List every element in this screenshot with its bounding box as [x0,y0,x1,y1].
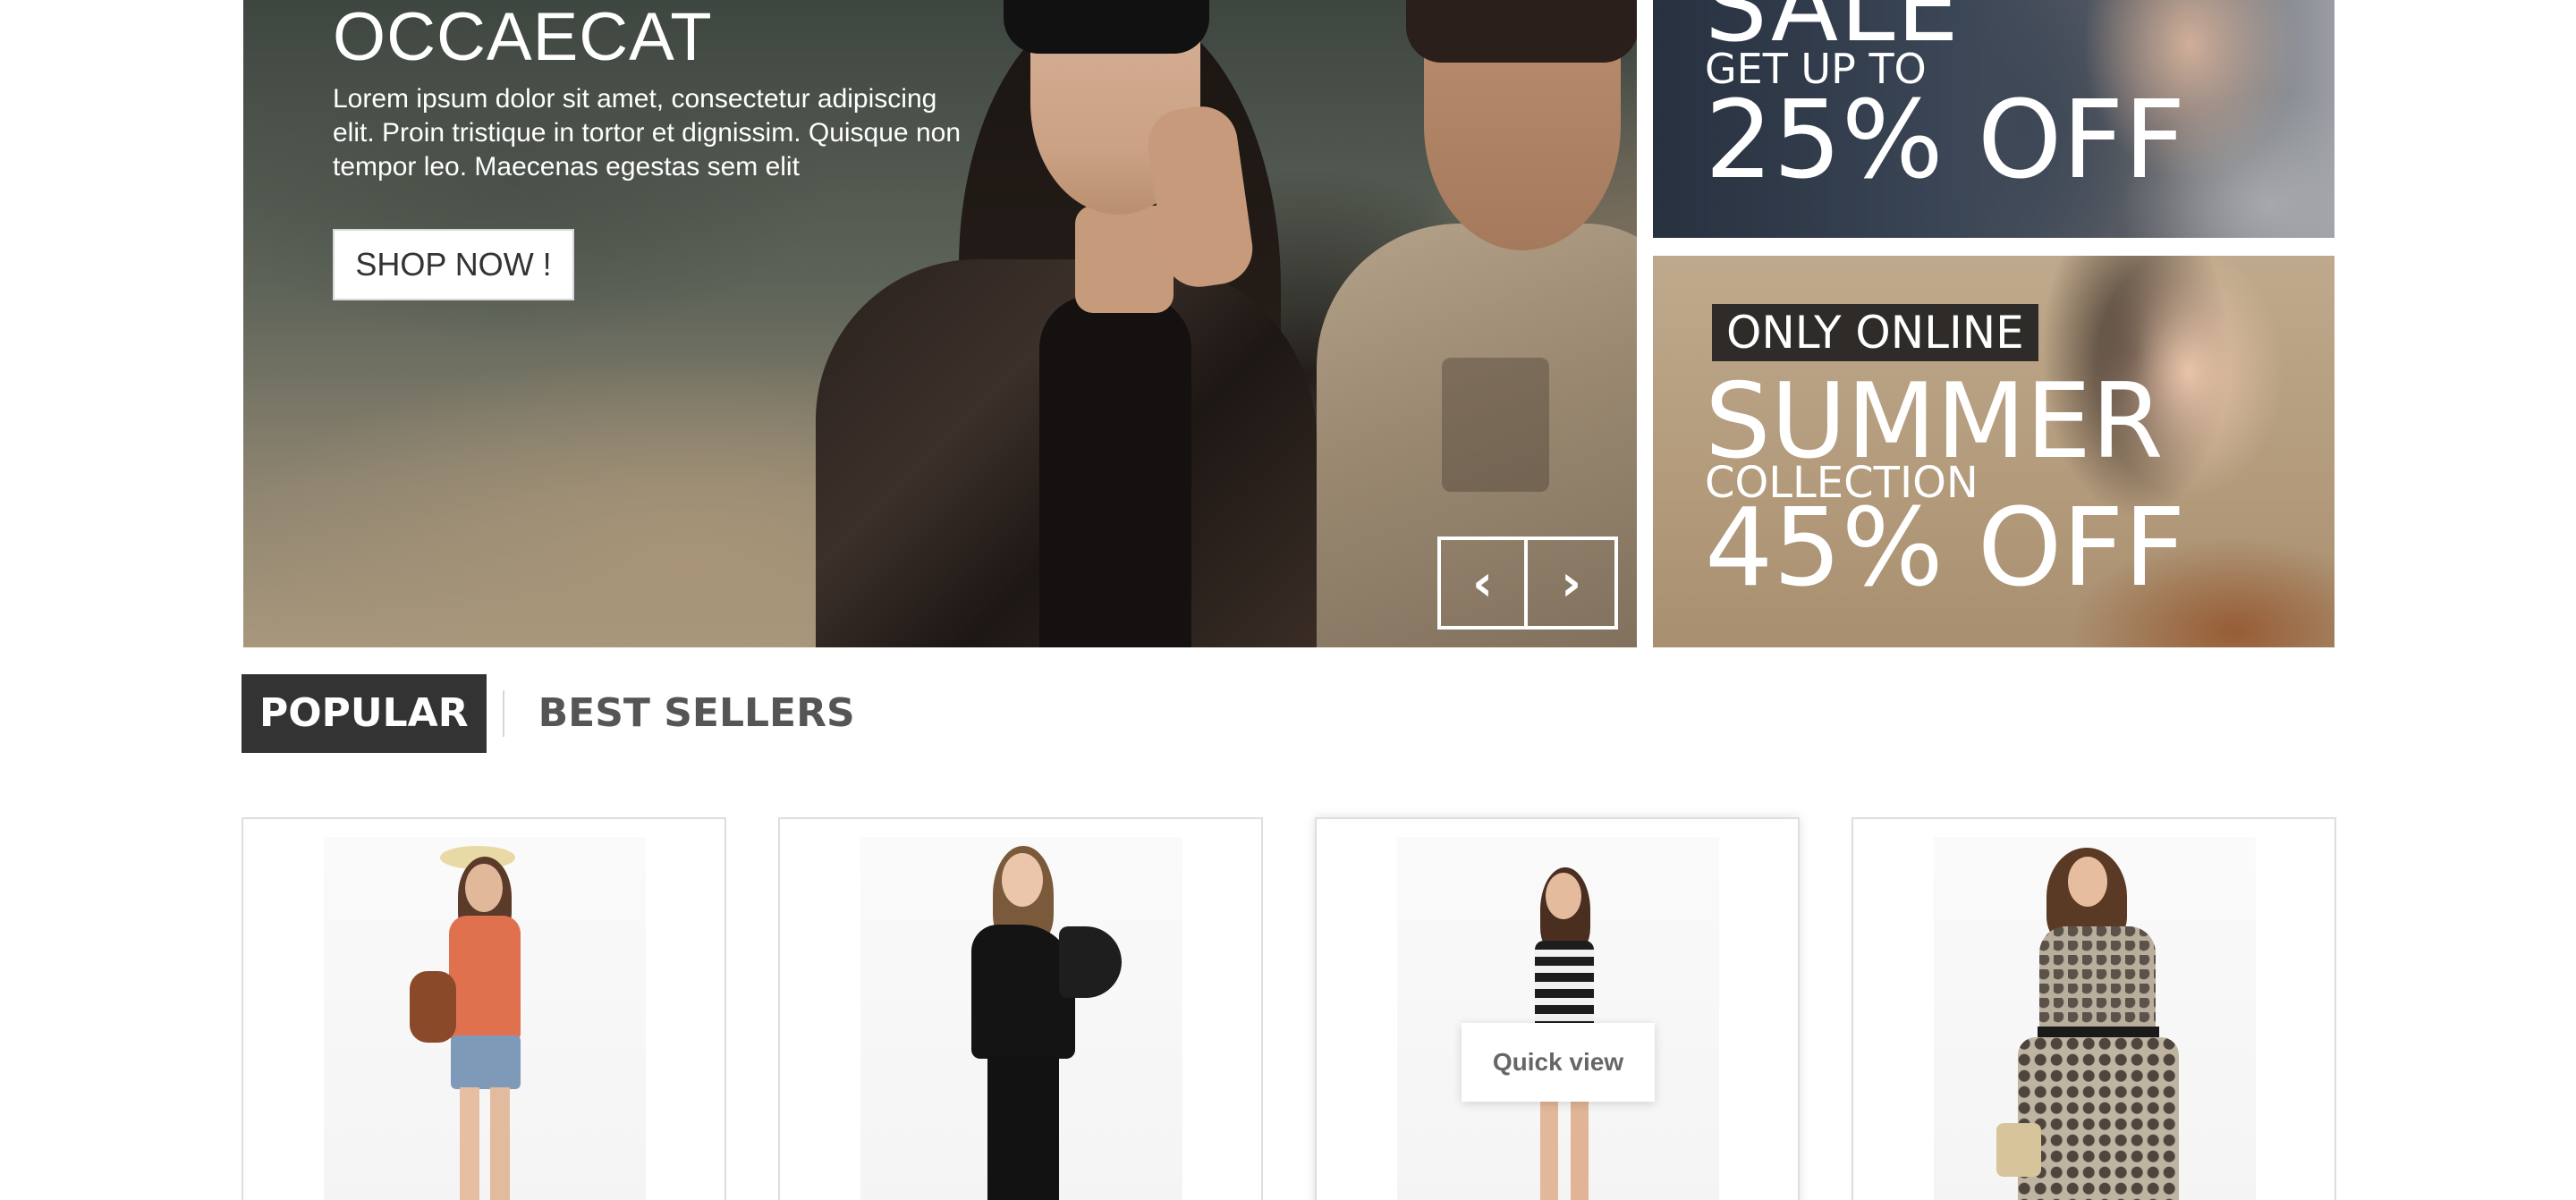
hero-photo-woman-glasses [1004,0,1209,54]
summer-collection-banner[interactable]: ONLY ONLINE SUMMER COLLECTION 45% OFF [1653,256,2334,647]
tab-divider [502,690,504,737]
product-image[interactable] [860,837,1182,1200]
chevron-left-icon[interactable]: ‹ [1437,537,1528,630]
product-image[interactable] [1934,837,2256,1200]
slider-navigation: ‹ › [1437,537,1618,630]
sale-banner-discount: 25% OFF [1705,79,2186,203]
product-image[interactable] [1397,837,1719,1200]
hero-description: Lorem ipsum dolor sit amet, consectetur … [333,84,961,182]
product-figure-head [465,864,503,912]
shop-now-button[interactable]: SHOP NOW ! [333,229,574,300]
product-card[interactable]: Quick view [1315,817,1800,1200]
product-figure-leg [1540,1098,1558,1200]
product-figure-head [1002,853,1043,907]
product-figure-clutch [1996,1123,2041,1177]
product-grid: Quick view [242,817,2336,1200]
product-figure-head [1546,873,1581,919]
hero-title: OCCAECAT [333,0,713,75]
product-figure-dress-skirt [2018,1037,2179,1200]
product-figure-pants [987,1057,1059,1200]
product-figure-leg [460,1087,479,1200]
product-figure-shorts [451,1035,521,1089]
product-figure-leg [1571,1098,1589,1200]
only-online-badge: ONLY ONLINE [1712,304,2038,361]
tab-best-sellers[interactable]: BEST SELLERS [521,674,873,753]
product-card[interactable] [242,817,726,1200]
product-image[interactable] [324,837,646,1200]
hero-photo-man-glasses [1406,0,1637,63]
product-figure-dress-top [2039,926,2156,1034]
product-figure-head [2068,857,2107,907]
product-tabs: POPULAR BEST SELLERS [242,674,873,753]
quick-view-button[interactable]: Quick view [1462,1023,1655,1102]
product-figure-leg [490,1087,510,1200]
chevron-right-icon[interactable]: › [1528,537,1618,630]
hero-photo-woman-top [1039,295,1191,647]
hero-photo-man-pocket [1442,358,1549,492]
product-card[interactable] [1852,817,2336,1200]
sale-banner[interactable]: SALE GET UP TO 25% OFF [1653,0,2334,238]
tab-popular[interactable]: POPULAR [242,674,487,753]
product-figure-top [449,916,521,1041]
hero-slider: OCCAECAT Lorem ipsum dolor sit amet, con… [243,0,1637,647]
summer-banner-discount: 45% OFF [1705,486,2186,611]
product-figure-ruffle [1059,926,1122,998]
product-card[interactable] [778,817,1263,1200]
product-figure-bag [410,971,456,1043]
